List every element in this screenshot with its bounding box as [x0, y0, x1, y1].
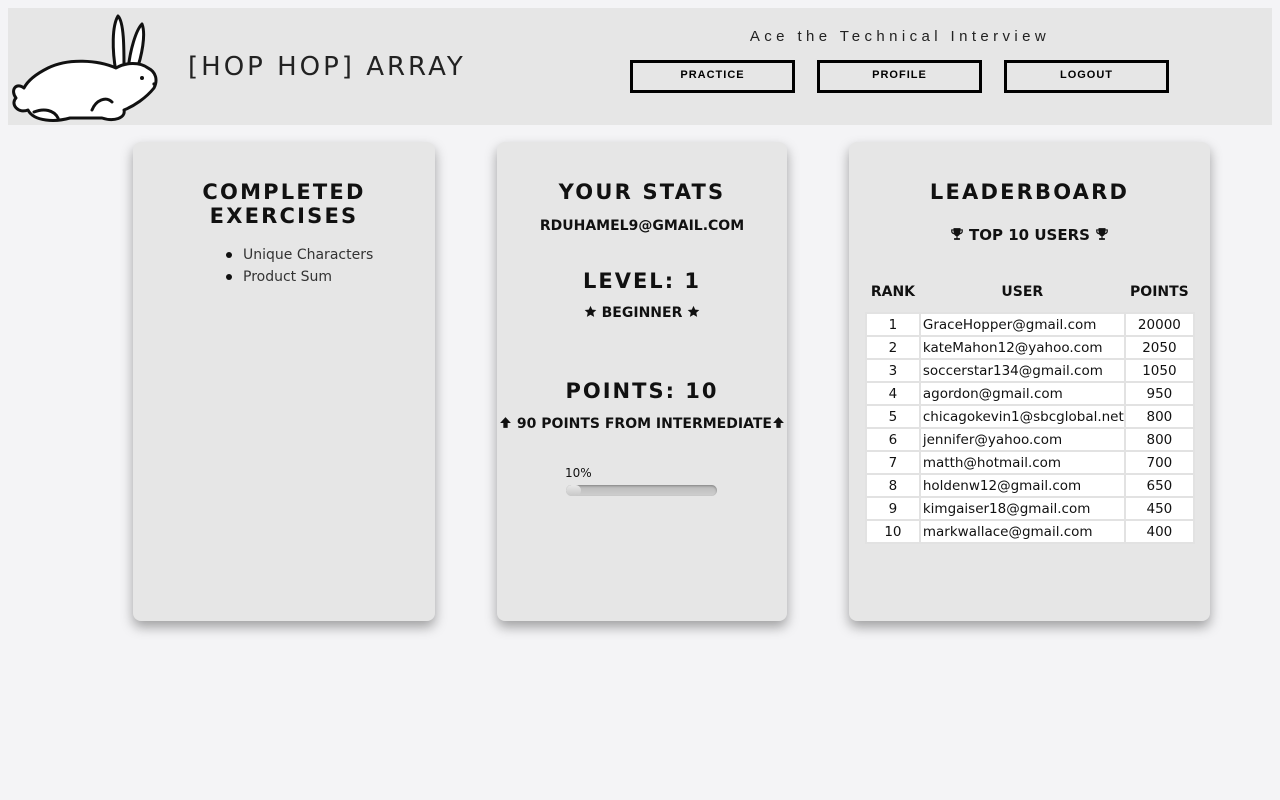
rank-cell: 1: [865, 312, 921, 337]
points-cell: 700: [1123, 450, 1196, 475]
user-points: POINTS: 10: [565, 379, 719, 403]
star-icon: [687, 305, 700, 317]
bullet-icon: [226, 252, 232, 258]
user-email: RDUHAMEL9@GMAIL.COM: [539, 218, 745, 234]
arrow-up-icon: [773, 417, 784, 428]
table-row: 7 matth@hotmail.com 700: [865, 450, 1196, 475]
leaderboard-subtitle-label: TOP 10 USERS: [969, 226, 1090, 244]
user-cell: agordon@gmail.com: [918, 381, 1126, 406]
user-cell: chicagokevin1@sbcglobal.net: [918, 404, 1126, 429]
leaderboard-title: LEADERBOARD: [929, 180, 1130, 204]
user-cell: matth@hotmail.com: [918, 450, 1126, 475]
logout-button[interactable]: LOGOUT: [1004, 60, 1169, 93]
user-cell: kateMahon12@yahoo.com: [918, 335, 1126, 360]
rank-cell: 3: [865, 358, 921, 383]
column-header-user: USER: [919, 271, 1125, 313]
leaderboard-body: 1 GraceHopper@gmail.com 20000 2 kateMahon12@…: [865, 312, 1196, 544]
rabbit-logo-icon[interactable]: [8, 10, 160, 126]
rank-cell: 8: [865, 473, 921, 498]
rank-cell: 10: [865, 519, 921, 544]
leaderboard-subtitle: TOP 10 USERS: [849, 226, 1210, 244]
user-cell: GraceHopper@gmail.com: [918, 312, 1126, 337]
table-header-row: RANK USER POINTS: [866, 271, 1194, 313]
table-row: 3 soccerstar134@gmail.com 1050: [865, 358, 1196, 383]
rank-cell: 5: [865, 404, 921, 429]
your-stats-title: YOUR STATS: [558, 180, 726, 204]
rank-cell: 4: [865, 381, 921, 406]
table-row: 2 kateMahon12@yahoo.com 2050: [865, 335, 1196, 360]
exercise-item[interactable]: Unique Characters: [226, 244, 435, 266]
exercise-label: Unique Characters: [243, 247, 374, 263]
table-row: 6 jennifer@yahoo.com 800: [865, 427, 1196, 452]
user-cell: kimgaiser18@gmail.com: [918, 496, 1126, 521]
points-cell: 950: [1123, 381, 1196, 406]
rank-cell: 7: [865, 450, 921, 475]
brand-title[interactable]: [HOP HOP] ARRAY: [188, 52, 466, 82]
tagline: Ace the Technical Interview: [749, 28, 1051, 45]
table-row: 4 agordon@gmail.com 950: [865, 381, 1196, 406]
leaderboard-card: LEADERBOARD TOP 10 USERS RANK USER POINT…: [849, 142, 1210, 621]
points-cell: 450: [1123, 496, 1196, 521]
user-level: LEVEL: 1: [582, 269, 702, 293]
exercise-label: Product Sum: [243, 269, 333, 285]
rank-cell: 9: [865, 496, 921, 521]
bullet-icon: [226, 274, 232, 280]
progress-label: 10%: [565, 466, 592, 480]
completed-exercises-card: COMPLETED EXERCISES Unique Characters Pr…: [133, 142, 435, 621]
table-row: 9 kimgaiser18@gmail.com 450: [865, 496, 1196, 521]
table-row: 10 markwallace@gmail.com 400: [865, 519, 1196, 544]
progress-fill: [566, 485, 582, 496]
site-header: [HOP HOP] ARRAY Ace the Technical Interv…: [8, 8, 1272, 125]
user-cell: holdenw12@gmail.com: [918, 473, 1126, 498]
arrow-up-icon: [500, 417, 511, 428]
level-progress-bar: [566, 485, 717, 496]
your-stats-card: YOUR STATS RDUHAMEL9@GMAIL.COM LEVEL: 1 …: [497, 142, 787, 621]
trophy-icon: [1096, 228, 1109, 240]
user-rank: BEGINNER: [497, 305, 787, 321]
exercise-item[interactable]: Product Sum: [226, 266, 435, 288]
completed-exercises-title: COMPLETED EXERCISES: [202, 180, 366, 228]
points-cell: 1050: [1123, 358, 1196, 383]
points-cell: 800: [1123, 427, 1196, 452]
table-row: 8 holdenw12@gmail.com 650: [865, 473, 1196, 498]
practice-button[interactable]: PRACTICE: [630, 60, 795, 93]
user-cell: soccerstar134@gmail.com: [918, 358, 1126, 383]
user-cell: jennifer@yahoo.com: [918, 427, 1126, 452]
points-cell: 800: [1123, 404, 1196, 429]
user-cell: markwallace@gmail.com: [918, 519, 1126, 544]
profile-button[interactable]: PROFILE: [817, 60, 982, 93]
points-to-next-level: 90 POINTS FROM INTERMEDIATE: [497, 416, 787, 432]
exercise-list: Unique Characters Product Sum: [226, 244, 435, 288]
rank-cell: 6: [865, 427, 921, 452]
points-cell: 2050: [1123, 335, 1196, 360]
points-cell: 400: [1123, 519, 1196, 544]
leaderboard-table: RANK USER POINTS 1 GraceHopper@gmail.com 2…: [865, 271, 1196, 544]
column-header-rank: RANK: [866, 271, 920, 313]
points-to-next-label: 90 POINTS FROM INTERMEDIATE: [516, 416, 772, 432]
table-row: 1 GraceHopper@gmail.com 20000: [865, 312, 1196, 337]
trophy-icon: [950, 228, 963, 240]
table-row: 5 chicagokevin1@sbcglobal.net 800: [865, 404, 1196, 429]
star-icon: [584, 305, 597, 317]
rank-cell: 2: [865, 335, 921, 360]
column-header-points: POINTS: [1124, 271, 1194, 313]
points-cell: 650: [1123, 473, 1196, 498]
points-cell: 20000: [1123, 312, 1196, 337]
user-rank-label: BEGINNER: [601, 305, 683, 321]
